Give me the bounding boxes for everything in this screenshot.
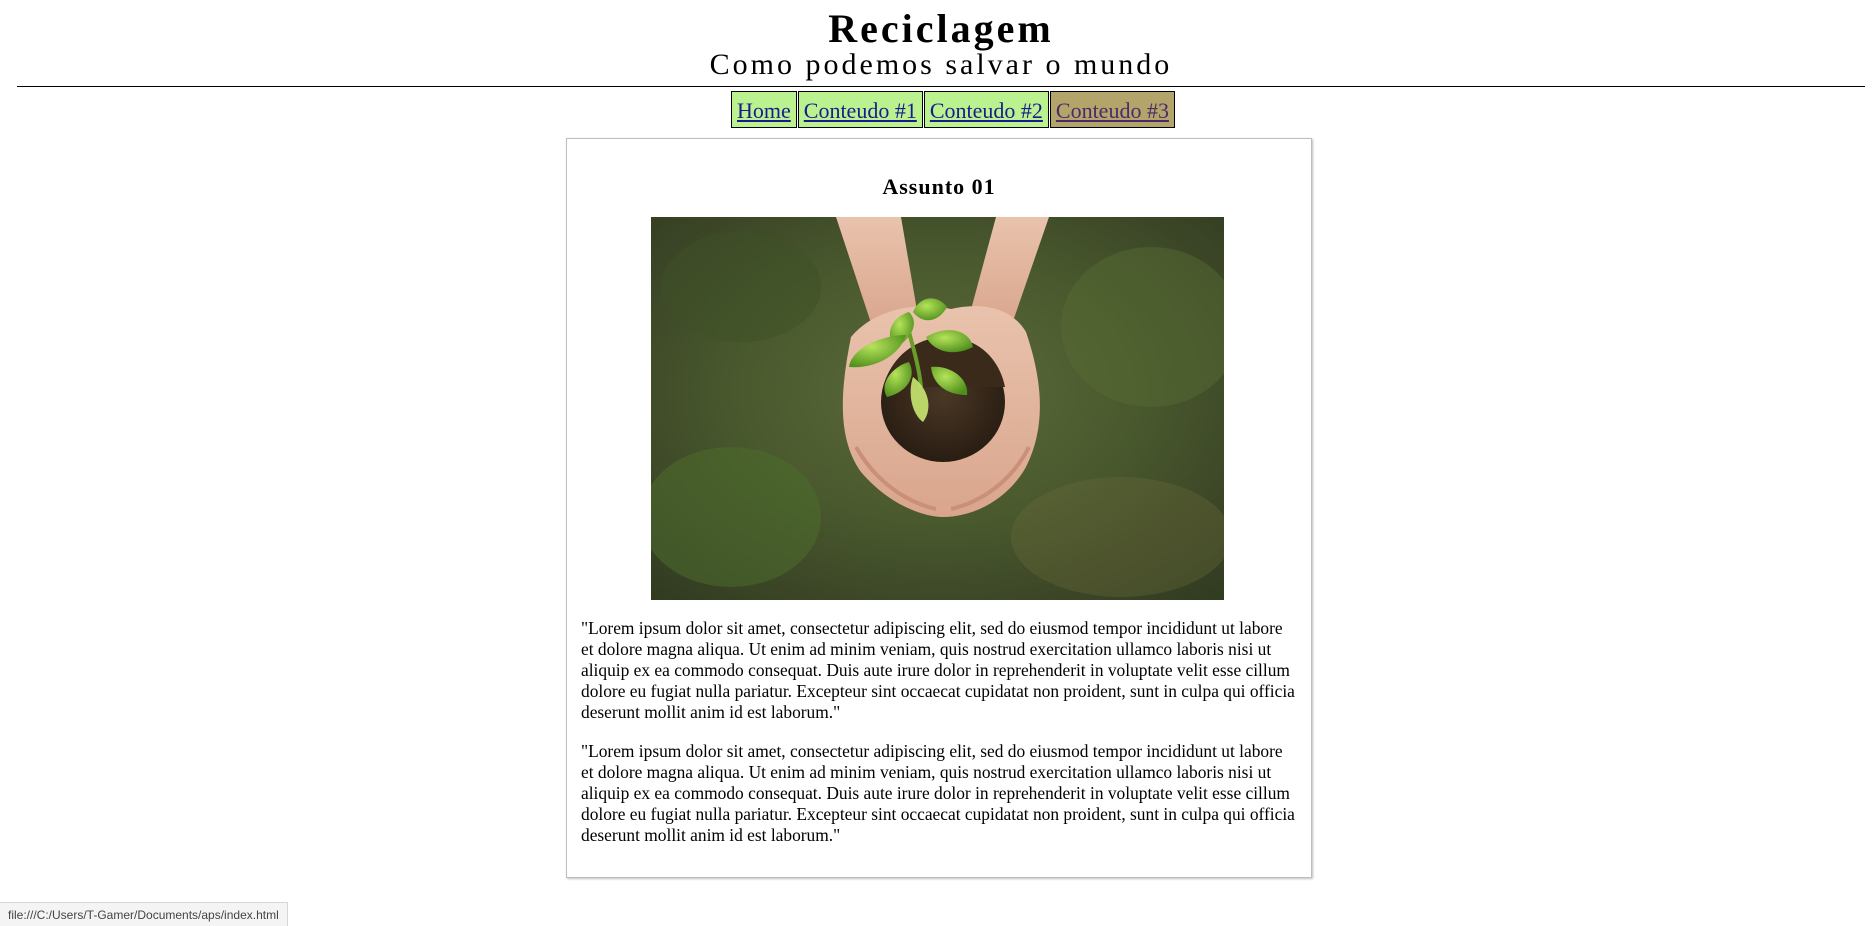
article-paragraph: "Lorem ipsum dolor sit amet, consectetur… [581,618,1295,722]
status-bar-url: file:///C:/Users/T-Gamer/Documents/aps/i… [0,902,288,926]
seedling-photo [651,217,1224,600]
article-paragraph: "Lorem ipsum dolor sit amet, consectetur… [581,741,1295,845]
nav-link-conteudo-3[interactable]: Conteudo #3 [1049,91,1175,128]
nav-link-conteudo-2[interactable]: Conteudo #2 [923,91,1049,128]
header-divider [17,86,1865,87]
article-card: Assunto 01 "Lorem ipsum dolor sit amet, … [566,138,1312,878]
main-nav: Home Conteudo #1 Conteudo #2 Conteudo #3 [731,91,1176,128]
article-title: Assunto 01 [882,174,996,199]
nav-link-home[interactable]: Home [731,91,797,128]
site-subtitle: Como podemos salvar o mundo [709,48,1173,81]
site-title: Reciclagem [828,6,1054,51]
nav-link-conteudo-1[interactable]: Conteudo #1 [797,91,923,128]
